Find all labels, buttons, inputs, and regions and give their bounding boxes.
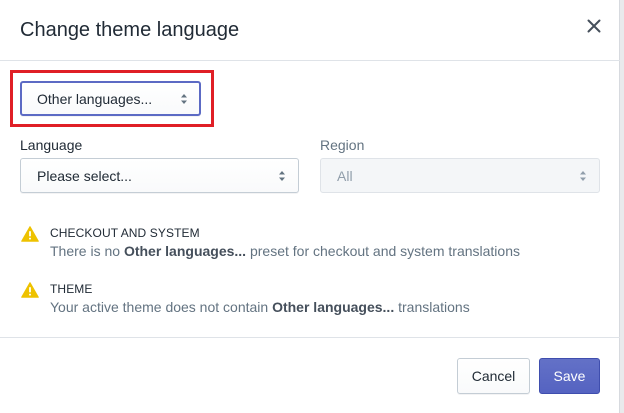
- region-select-value: All: [337, 168, 353, 184]
- warning-icon: [21, 226, 39, 242]
- cancel-button[interactable]: Cancel: [457, 358, 530, 394]
- notice-text: There is no Other languages... preset fo…: [50, 243, 520, 259]
- dialog-title: Change theme language: [20, 19, 240, 41]
- save-button[interactable]: Save: [539, 358, 600, 394]
- dialog-header: Change theme language: [0, 0, 620, 61]
- preset-language-select[interactable]: Other languages...: [20, 81, 201, 116]
- region-select: All: [320, 158, 600, 193]
- select-caret-icon: [580, 171, 586, 181]
- close-icon: [587, 19, 601, 33]
- notice-title: CHECKOUT AND SYSTEM: [50, 226, 200, 240]
- notice-text: Your active theme does not contain Other…: [50, 299, 470, 315]
- language-label: Language: [20, 137, 83, 153]
- language-select-value: Please select...: [37, 168, 132, 184]
- warning-icon: [21, 282, 39, 298]
- change-theme-language-dialog: Change theme language Other languages...…: [0, 0, 620, 413]
- select-caret-icon: [279, 171, 285, 181]
- preset-language-value: Other languages...: [37, 91, 153, 107]
- region-label: Region: [320, 137, 365, 153]
- close-button[interactable]: [582, 14, 606, 38]
- language-select[interactable]: Please select...: [20, 158, 299, 193]
- dialog-footer: Cancel Save: [0, 337, 620, 413]
- notice-title: THEME: [50, 282, 93, 296]
- select-caret-icon: [181, 94, 187, 104]
